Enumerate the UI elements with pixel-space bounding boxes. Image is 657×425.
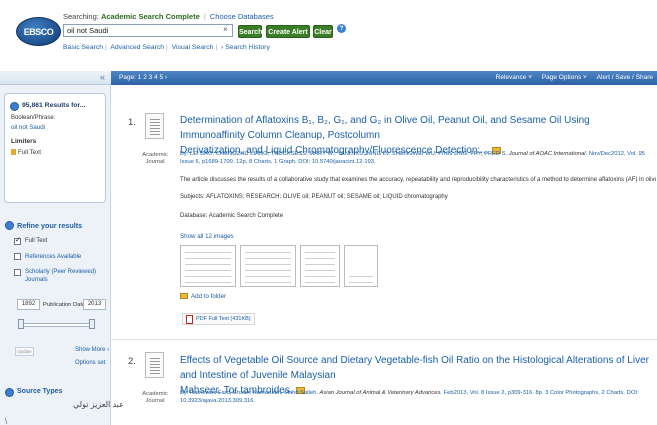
full-text-checkbox[interactable]	[14, 236, 21, 245]
results-toolbar: Page: 1 2 3 4 5 › Relevance ˅ Page Optio…	[111, 71, 657, 85]
basic-search-link[interactable]: Basic Search	[63, 44, 103, 51]
choose-databases-link[interactable]: Choose Databases	[210, 12, 274, 21]
search-header: EBSCO Searching: Academic Search Complet…	[0, 0, 657, 68]
refine-sidebar: 95,861 Results for... Boolean/Phrase: oi…	[0, 85, 124, 425]
date-to-input[interactable]: 2013	[83, 299, 106, 310]
pagination[interactable]: Page: 1 2 3 4 5 ›	[119, 74, 167, 81]
result-number: 1.	[128, 117, 136, 128]
boolean-phrase-value[interactable]: oil not Saudi	[11, 124, 45, 131]
help-icon[interactable]: ?	[337, 24, 346, 33]
date-slider-track[interactable]	[21, 323, 93, 327]
date-from-input[interactable]: 1892	[17, 299, 40, 310]
academic-journal-icon[interactable]	[145, 113, 164, 139]
publication-date-label: Publication Date	[43, 302, 86, 308]
result-authors: By: Ramezani-Fard, Ehsan; Kamarudin, Moh…	[180, 390, 639, 404]
overlay-signature-text: عبد العزيز تولي	[73, 400, 124, 409]
journals-label: Journals	[25, 277, 48, 283]
image-thumbnail[interactable]	[240, 245, 296, 287]
search-input[interactable]	[63, 24, 233, 37]
sidebar-header: «	[0, 71, 111, 85]
image-thumbnail[interactable]	[344, 245, 378, 287]
show-more-link[interactable]: Show More ›	[75, 347, 109, 353]
current-search-box: 95,861 Results for... Boolean/Phrase: oi…	[4, 93, 106, 203]
collapse-sidebar-icon[interactable]: «	[100, 72, 105, 82]
searching-line: Searching: Academic Search Complete | Ch…	[63, 12, 274, 21]
source-types-heading[interactable]: Source Types	[17, 388, 62, 395]
date-slider-right-handle[interactable]	[89, 319, 95, 329]
search-history-link[interactable]: › Search History	[221, 44, 270, 51]
scholarly-checkbox[interactable]	[14, 269, 21, 276]
results-arrow-icon	[10, 102, 19, 111]
clear-input-icon[interactable]: ×	[223, 25, 228, 34]
result-authors: By: LEI BAO; CHENGZHU LIANG; TRUCKSESS, …	[180, 151, 645, 165]
visual-search-link[interactable]: Visual Search	[172, 44, 214, 51]
result-title-line1[interactable]: Determination of Aflatoxins B₁, B₂, G₁, …	[180, 115, 590, 141]
refine-results-heading[interactable]: Refine your results	[17, 221, 82, 230]
references-available-label: References Available	[25, 254, 82, 260]
options-set-link[interactable]: Options set	[75, 360, 105, 366]
result-type: Academic Journal	[142, 152, 168, 165]
folder-icon	[180, 293, 188, 300]
ebsco-logo[interactable]: EBSCO	[16, 17, 61, 46]
add-to-folder-link[interactable]: Add to folder	[180, 293, 226, 300]
image-thumbnail[interactable]	[180, 245, 236, 287]
refine-arrow-icon	[5, 221, 14, 230]
result-subjects[interactable]: Subjects: AFLATOXINS; RESEARCH; OLIVE oi…	[180, 194, 448, 200]
search-button[interactable]: Search	[238, 25, 262, 38]
page-options-dropdown[interactable]: Page Options ˅	[542, 74, 587, 81]
full-text-label: Full Text	[25, 238, 48, 244]
remove-limiter-icon[interactable]	[11, 149, 16, 155]
limiters-label: Limiters	[11, 138, 37, 145]
result-type: Academic Journal	[142, 391, 168, 404]
searching-label: Searching:	[63, 12, 99, 21]
result-title-line1[interactable]: Effects of Vegetable Oil Source and Diet…	[180, 355, 649, 381]
result-database: Database: Academic Search Complete	[180, 213, 284, 219]
boolean-phrase-label: Boolean/Phrase:	[11, 115, 56, 121]
journal-name[interactable]: Journal of AOAC International.	[509, 151, 587, 157]
academic-journal-icon[interactable]	[145, 352, 164, 378]
relevance-dropdown[interactable]: Relevance ˅	[496, 74, 532, 81]
toolbar-options: Relevance ˅ Page Options ˅ Alert / Save …	[488, 74, 653, 81]
result-divider	[111, 339, 657, 340]
pdf-icon	[186, 315, 193, 324]
journal-name[interactable]: Asian Journal of Animal & Veterinary Adv…	[320, 390, 442, 396]
clear-button[interactable]: Clear	[313, 25, 333, 38]
date-slider-left-handle[interactable]	[18, 319, 24, 329]
source-types-arrow-icon	[5, 388, 14, 397]
result-number: 2.	[128, 356, 136, 367]
image-thumbnail[interactable]	[300, 245, 340, 287]
scholarly-label: Scholarly (Peer Reviewed)	[25, 269, 97, 275]
references-available-checkbox[interactable]	[14, 253, 21, 260]
corner-mark: \	[5, 417, 8, 425]
database-name: Academic Search Complete	[100, 12, 200, 21]
pdf-full-text-link[interactable]: PDF Full Text (431KB)	[182, 313, 255, 325]
alert-save-share-button[interactable]: Alert / Save / Share	[597, 74, 653, 81]
advanced-search-link[interactable]: Advanced Search	[110, 44, 164, 51]
limiter-full-text: Full Text	[18, 149, 41, 156]
results-count: 95,861 Results for...	[22, 102, 86, 109]
result-abstract: The article discusses the results of a c…	[180, 177, 656, 183]
search-mode-links: Basic Search | Advanced Search | Visual Se…	[63, 44, 270, 51]
create-alert-button[interactable]: Create Alert	[266, 25, 310, 38]
update-button[interactable]: Update	[15, 347, 34, 356]
show-all-images-link[interactable]: Show all 12 images	[180, 233, 234, 240]
